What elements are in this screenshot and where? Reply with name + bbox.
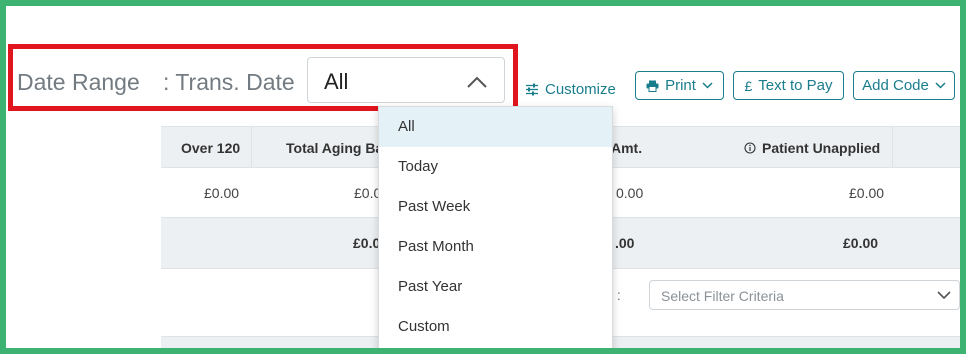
chevron-down-icon xyxy=(937,291,951,300)
pound-icon: £ xyxy=(744,77,753,94)
app-frame: Over 120 Total Aging Ba Amt. Patient Una… xyxy=(6,6,960,348)
print-label: Print xyxy=(665,77,696,94)
printer-icon xyxy=(646,80,659,92)
col-header-amt[interactable]: Amt. xyxy=(611,140,642,156)
add-code-button[interactable]: Add Code xyxy=(853,71,955,100)
date-range-field: : Trans. Date xyxy=(163,69,295,95)
text-to-pay-button[interactable]: £ Text to Pay xyxy=(733,71,844,100)
patient-unapplied-sum: £0.00 xyxy=(843,235,879,251)
date-range-selected-value: All xyxy=(324,69,349,94)
print-button[interactable]: Print xyxy=(635,71,724,100)
info-icon xyxy=(744,142,756,154)
total-aging-sum: £0.0 xyxy=(353,235,381,251)
filter-placeholder: Select Filter Criteria xyxy=(661,288,784,304)
col-header-total-aging[interactable]: Total Aging Ba xyxy=(286,140,383,156)
col-header-patient-unapplied[interactable]: Patient Unapplied xyxy=(744,140,880,156)
cell-over-120: £0.00 xyxy=(204,185,240,201)
text-to-pay-label: Text to Pay xyxy=(758,77,833,94)
chevron-down-icon xyxy=(935,82,946,89)
option-today[interactable]: Today xyxy=(379,147,612,187)
option-past-year[interactable]: Past Year xyxy=(379,267,612,307)
cell-amt: 0.00 xyxy=(616,185,644,201)
chevron-down-icon xyxy=(702,82,713,89)
amt-sum: .00 xyxy=(615,235,635,251)
filter-criteria-select[interactable]: Select Filter Criteria xyxy=(649,280,960,310)
add-code-label: Add Code xyxy=(862,77,929,94)
option-all[interactable]: All xyxy=(379,107,612,147)
option-past-week[interactable]: Past Week xyxy=(379,187,612,227)
date-range-label: Date Range xyxy=(17,69,140,95)
chevron-up-icon xyxy=(467,76,487,88)
col-header-over-120[interactable]: Over 120 xyxy=(181,140,240,156)
option-custom[interactable]: Custom xyxy=(379,307,612,347)
date-range-dropdown-menu: All Today Past Week Past Month Past Year… xyxy=(378,106,613,348)
option-past-month[interactable]: Past Month xyxy=(379,227,612,267)
sliders-icon xyxy=(526,83,538,95)
customize-label: Customize xyxy=(545,80,616,98)
cell-patient-unapplied: £0.00 xyxy=(849,185,885,201)
date-range-select[interactable]: All xyxy=(307,57,505,103)
patient-unapplied-label: Patient Unapplied xyxy=(762,140,881,156)
customize-button[interactable]: Customize xyxy=(525,78,616,100)
